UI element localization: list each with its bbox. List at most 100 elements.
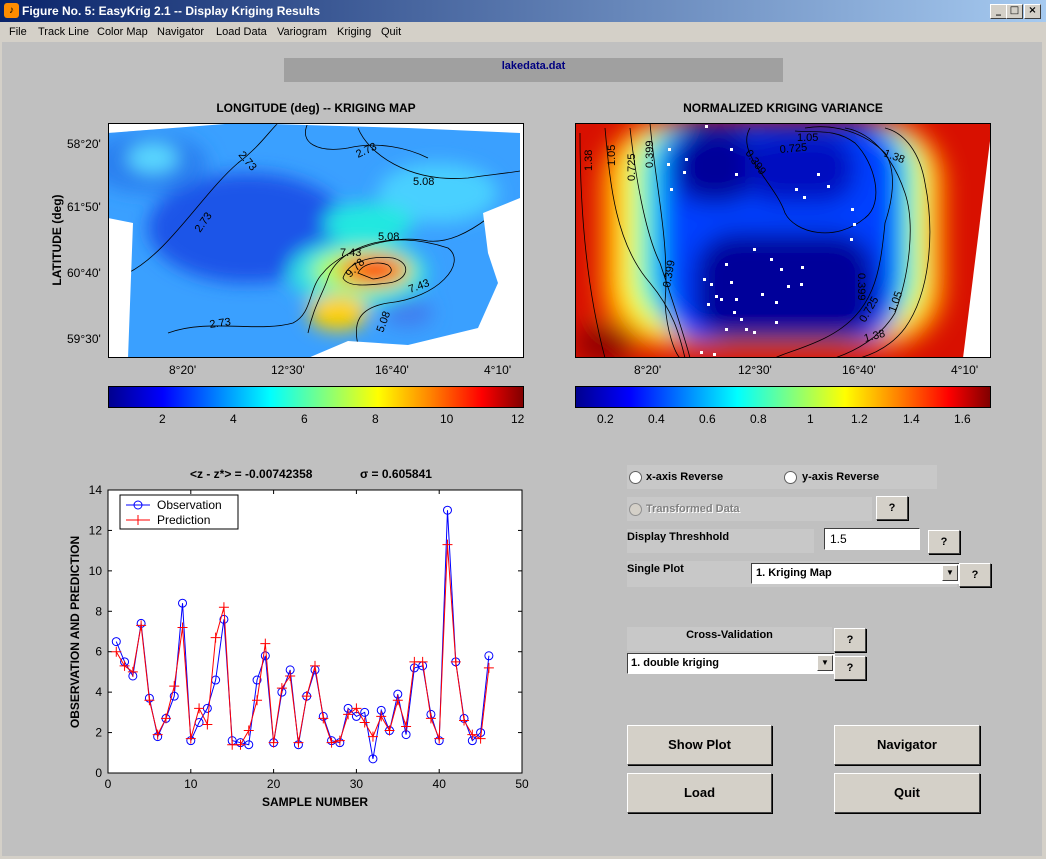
navigator-button[interactable]: Navigator (834, 725, 980, 765)
lon-tick: 12°30' (738, 363, 772, 377)
lon-tick: 4°10' (484, 363, 512, 377)
menu-track-line[interactable]: Track Line (38, 26, 89, 38)
window-title: Figure No. 5: EasyKrig 2.1 -- Display Kr… (22, 4, 321, 18)
lat-tick: 58°20' (67, 137, 101, 151)
stats-sigma: σ = 0.605841 (360, 467, 432, 481)
single-plot-value: 1. Kriging Map (756, 567, 832, 579)
axis-reverse-panel: x-axis Reverse y-axis Reverse (627, 465, 937, 489)
legend-prediction-label: Prediction (157, 513, 210, 527)
lon-tick: 12°30' (271, 363, 305, 377)
colorbar-tick: 8 (372, 412, 379, 426)
menu-color-map[interactable]: Color Map (97, 26, 148, 38)
transformed-help-button[interactable]: ? (876, 496, 908, 520)
threshold-help-button[interactable]: ? (928, 530, 960, 554)
colorbar-tick: 12 (511, 412, 525, 426)
contour-label: 0.725 (626, 153, 638, 181)
load-button[interactable]: Load (627, 773, 772, 813)
cross-validation-method-help-button[interactable]: ? (834, 656, 866, 680)
contour-label: 0.399 (644, 140, 656, 168)
show-plot-button[interactable]: Show Plot (627, 725, 772, 765)
kriging-map: 2.73 2.73 2.73 2.73 5.08 5.08 5.08 7.43 … (108, 123, 524, 358)
menu-file[interactable]: File (9, 26, 27, 38)
lon-tick: 16°40' (375, 363, 409, 377)
filename-banner: lakedata.dat (284, 58, 783, 82)
lon-tick: 4°10' (951, 363, 979, 377)
cross-validation-value: 1. double kriging (631, 657, 720, 669)
stats-mean-error: <z - z*> = -0.00742358 (190, 467, 313, 481)
x-axis-label: SAMPLE NUMBER (262, 795, 368, 809)
transformed-panel: Transformed Data (627, 497, 872, 521)
threshold-input[interactable]: 1.5 (824, 528, 920, 550)
contour-label: 5.08 (413, 176, 434, 188)
colorbar-tick: 1 (807, 412, 814, 426)
y-axis-label: OBSERVATION AND PREDICTION (68, 536, 82, 728)
contour-label: 1.38 (583, 150, 595, 171)
plot-area (107, 489, 523, 774)
y-tick-label: 8 (95, 604, 102, 618)
colorbar-tick: 0.4 (648, 412, 665, 426)
y-tick-label: 2 (95, 726, 102, 740)
variance-map-title: NORMALIZED KRIGING VARIANCE (683, 101, 883, 115)
x-tick-label: 50 (515, 777, 529, 791)
y-tick-label: 0 (95, 766, 102, 780)
cross-validation-help-button[interactable]: ? (834, 628, 866, 652)
minimize-button[interactable]: _ (990, 4, 1007, 19)
colorbar-tick: 1.4 (903, 412, 920, 426)
chevron-down-icon[interactable]: ▼ (817, 655, 833, 671)
close-button[interactable]: × (1024, 4, 1041, 19)
single-plot-label: Single Plot (627, 563, 684, 575)
y-axis-reverse-label[interactable]: y-axis Reverse (802, 471, 879, 483)
colorbar-tick: 2 (159, 412, 166, 426)
kriging-colorbar (108, 386, 524, 408)
colorbar-tick: 6 (301, 412, 308, 426)
threshold-panel: Display Threshhold (627, 529, 814, 553)
lat-tick: 59°30' (67, 332, 101, 346)
contour-label: 1.05 (606, 145, 618, 166)
matlab-icon: ♪ (4, 3, 19, 18)
colorbar-tick: 0.8 (750, 412, 767, 426)
x-tick-label: 30 (350, 777, 364, 791)
lon-tick: 16°40' (842, 363, 876, 377)
variance-map: 1.38 1.05 0.725 0.399 1.05 0.725 0.399 1… (575, 123, 991, 358)
y-tick-label: 6 (95, 645, 102, 659)
colorbar-tick: 1.6 (954, 412, 971, 426)
threshold-label: Display Threshhold (627, 531, 730, 543)
legend: Observation Prediction (119, 494, 239, 530)
y-tick-label: 14 (89, 483, 103, 497)
contour-label: 0.725 (779, 142, 807, 156)
menu-navigator[interactable]: Navigator (157, 26, 204, 38)
x-tick-label: 0 (105, 777, 112, 791)
transformed-data-label: Transformed Data (646, 503, 740, 515)
contour-label: 5.08 (378, 231, 399, 243)
y-axis-reverse-radio[interactable] (784, 471, 797, 484)
single-plot-panel: Single Plot (627, 561, 747, 587)
transformed-data-radio[interactable] (629, 503, 642, 516)
cross-validation-panel: Cross-Validation (627, 627, 832, 651)
chevron-down-icon[interactable]: ▼ (942, 565, 958, 581)
menu-variogram[interactable]: Variogram (277, 26, 327, 38)
cross-validation-label: Cross-Validation (686, 629, 773, 641)
cross-validation-chart: 0 10 20 30 40 50 0 2 4 6 8 10 12 14 Observation Predi… (68, 483, 529, 809)
quit-button[interactable]: Quit (834, 773, 980, 813)
latitude-axis-label: LATITUDE (deg) (50, 194, 64, 286)
maximize-button[interactable]: □ (1006, 4, 1023, 19)
legend-observation-label: Observation (157, 498, 222, 512)
colorbar-tick: 4 (230, 412, 237, 426)
cross-validation-select[interactable]: 1. double kriging ▼ (627, 653, 835, 674)
x-axis-reverse-radio[interactable] (629, 471, 642, 484)
menu-load-data[interactable]: Load Data (216, 26, 267, 38)
x-tick-label: 40 (433, 777, 447, 791)
kriging-map-title: LONGITUDE (deg) -- KRIGING MAP (216, 101, 416, 115)
lon-tick: 8°20' (169, 363, 197, 377)
colorbar-tick: 10 (440, 412, 454, 426)
x-axis-reverse-label[interactable]: x-axis Reverse (646, 471, 723, 483)
menu-kriging[interactable]: Kriging (337, 26, 371, 38)
x-tick-label: 20 (267, 777, 281, 791)
variance-colorbar (575, 386, 991, 408)
lat-tick: 60°40' (67, 266, 101, 280)
title-bar: ♪ Figure No. 5: EasyKrig 2.1 -- Display … (0, 0, 1046, 22)
y-tick-label: 10 (89, 564, 103, 578)
single-plot-help-button[interactable]: ? (959, 563, 991, 587)
single-plot-select[interactable]: 1. Kriging Map ▼ (751, 563, 960, 584)
menu-quit[interactable]: Quit (381, 26, 401, 38)
